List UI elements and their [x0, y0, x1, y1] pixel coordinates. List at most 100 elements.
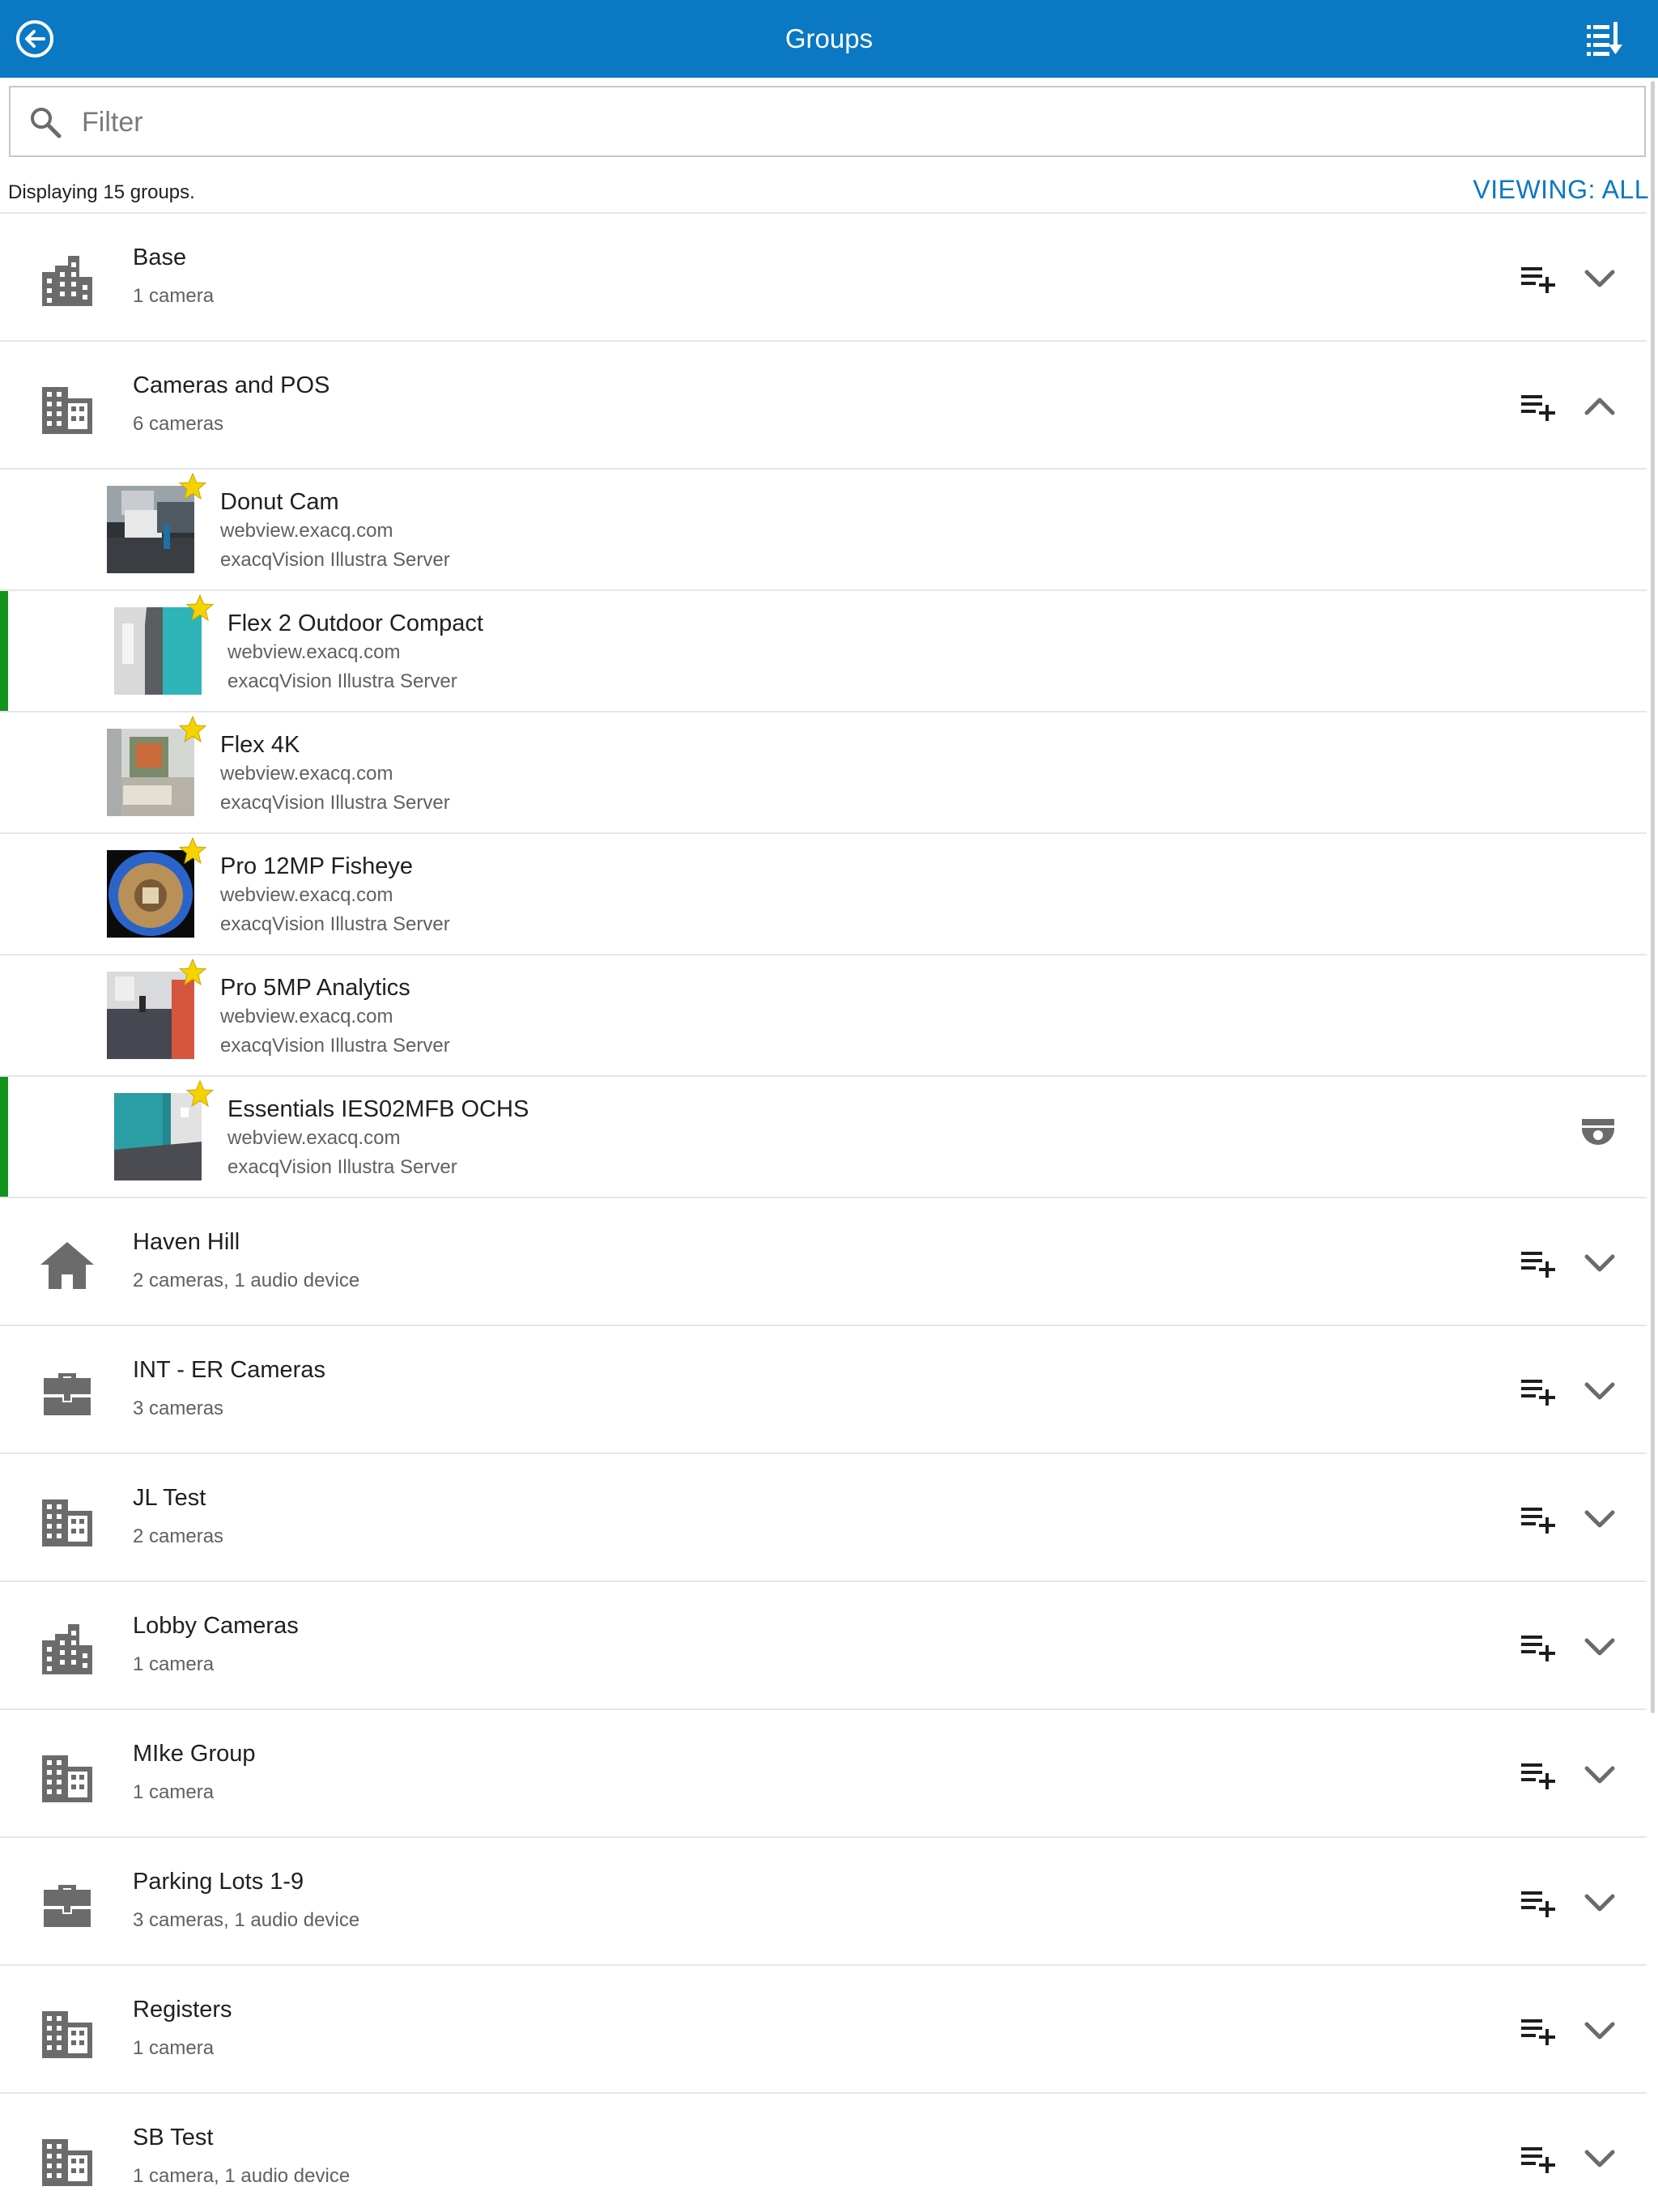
group-name: Haven Hill — [133, 1229, 240, 1255]
favorite-star-icon[interactable] — [185, 593, 215, 623]
group-name: SB Test — [133, 2125, 214, 2150]
group-device-count: 3 cameras — [133, 1397, 224, 1419]
filter-field[interactable] — [9, 86, 1646, 157]
chevron-down-icon[interactable] — [1582, 1887, 1618, 1919]
playlist-add-icon[interactable] — [1521, 2142, 1557, 2175]
group-name: Cameras and POS — [133, 372, 330, 398]
group-row[interactable]: Haven Hill 2 cameras, 1 audio device — [0, 1197, 1647, 1325]
search-icon — [31, 108, 62, 138]
playlist-add-icon[interactable] — [1521, 1631, 1557, 1663]
app-bar: Groups — [0, 0, 1658, 78]
scrollbar[interactable] — [1651, 81, 1655, 1713]
playlist-add-icon[interactable] — [1521, 1503, 1557, 1535]
active-indicator-bar — [0, 591, 8, 711]
camera-server-type: exacqVision Illustra Server — [227, 670, 457, 692]
camera-row[interactable]: Pro 5MP Analytics webview.exacq.com exacqV… — [0, 954, 1647, 1075]
favorite-star-icon[interactable] — [185, 1079, 215, 1108]
playlist-add-icon[interactable] — [1521, 262, 1557, 295]
camera-name: Essentials IES02MFB OCHS — [227, 1096, 529, 1122]
chevron-down-icon[interactable] — [1582, 2014, 1618, 2047]
group-row[interactable]: Base 1 camera — [0, 212, 1647, 340]
sort-list-icon — [1587, 22, 1622, 56]
chevron-down-icon[interactable] — [1582, 1503, 1618, 1535]
group-count: Displaying 15 groups. — [8, 181, 195, 203]
group-row[interactable]: INT - ER Cameras 3 cameras — [0, 1325, 1647, 1453]
city-icon — [39, 253, 96, 309]
camera-host: webview.exacq.com — [220, 763, 393, 785]
favorite-star-icon[interactable] — [178, 715, 207, 744]
group-row[interactable]: Parking Lots 1-9 3 cameras, 1 audio devic… — [0, 1836, 1647, 1964]
playlist-add-icon[interactable] — [1521, 1887, 1557, 1919]
playlist-add-icon[interactable] — [1521, 1759, 1557, 1791]
camera-name: Donut Cam — [220, 489, 339, 515]
group-name: Base — [133, 245, 187, 270]
camera-server-type: exacqVision Illustra Server — [220, 549, 450, 571]
camera-row[interactable]: Flex 2 Outdoor Compact webview.exacq.com e… — [0, 589, 1647, 711]
group-name: INT - ER Cameras — [133, 1357, 325, 1383]
chevron-up-icon[interactable] — [1582, 390, 1618, 423]
playlist-add-icon[interactable] — [1521, 1375, 1557, 1407]
chevron-down-icon[interactable] — [1582, 1375, 1618, 1407]
group-row[interactable]: MIke Group 1 camera — [0, 1708, 1647, 1836]
group-row[interactable]: Cameras and POS 6 cameras — [0, 340, 1647, 468]
viewing-filter-button[interactable]: VIEWING: ALL — [1473, 175, 1649, 205]
group-name: JL Test — [133, 1485, 206, 1511]
camera-host: webview.exacq.com — [227, 641, 401, 663]
briefcase-icon — [39, 1877, 96, 1933]
camera-name: Flex 2 Outdoor Compact — [227, 610, 483, 636]
group-row[interactable]: SB Test 1 camera, 1 audio device — [0, 2092, 1647, 2212]
playlist-add-icon[interactable] — [1521, 390, 1557, 423]
camera-row[interactable]: Donut Cam webview.exacq.com exacqVision Il… — [0, 468, 1647, 589]
camera-row[interactable]: Essentials IES02MFB OCHS webview.exacq.co… — [0, 1075, 1647, 1197]
playlist-add-icon[interactable] — [1521, 1247, 1557, 1279]
group-device-count: 2 cameras, 1 audio device — [133, 1270, 360, 1291]
camera-name: Pro 12MP Fisheye — [220, 853, 414, 879]
camera-server-type: exacqVision Illustra Server — [220, 913, 450, 935]
favorite-star-icon[interactable] — [178, 472, 207, 501]
group-row[interactable]: JL Test 2 cameras — [0, 1453, 1647, 1580]
camera-row[interactable]: Flex 4K webview.exacq.com exacqVision Illu… — [0, 711, 1647, 832]
group-name: Parking Lots 1-9 — [133, 1869, 304, 1895]
office-building-icon — [39, 1493, 96, 1550]
group-device-count: 1 camera — [133, 1653, 215, 1675]
office-building-icon — [39, 381, 96, 437]
groups-screen: Groups Displaying 15 groups. VIEWING: AL… — [0, 0, 1658, 2212]
group-device-count: 3 cameras, 1 audio device — [133, 1909, 360, 1931]
chevron-down-icon[interactable] — [1582, 262, 1618, 295]
chevron-down-icon[interactable] — [1582, 1759, 1618, 1791]
briefcase-icon — [39, 1365, 96, 1422]
office-building-icon — [39, 2133, 96, 2189]
camera-row[interactable]: Pro 12MP Fisheye webview.exacq.com exacqVi… — [0, 832, 1647, 954]
camera-host: webview.exacq.com — [220, 520, 393, 542]
group-row[interactable]: Lobby Cameras 1 camera — [0, 1580, 1647, 1708]
camera-name: Pro 5MP Analytics — [220, 975, 410, 1001]
camera-server-type: exacqVision Illustra Server — [220, 1035, 450, 1057]
camera-server-type: exacqVision Illustra Server — [227, 1156, 457, 1178]
group-name: MIke Group — [133, 1741, 256, 1767]
sort-button[interactable] — [1587, 22, 1624, 57]
chevron-down-icon[interactable] — [1582, 1247, 1618, 1279]
home-icon — [39, 1237, 96, 1294]
active-indicator-bar — [0, 1077, 8, 1197]
playlist-add-icon[interactable] — [1521, 2014, 1557, 2047]
group-device-count: 6 cameras — [133, 413, 224, 435]
dome-camera-icon — [1580, 1114, 1616, 1151]
group-device-count: 2 cameras — [133, 1525, 224, 1547]
camera-host: webview.exacq.com — [220, 884, 393, 906]
camera-name: Flex 4K — [220, 732, 300, 758]
favorite-star-icon[interactable] — [178, 958, 207, 987]
camera-host: webview.exacq.com — [220, 1006, 393, 1027]
group-device-count: 1 camera — [133, 1781, 215, 1803]
office-building-icon — [39, 2005, 96, 2061]
group-row[interactable]: Registers 1 camera — [0, 1964, 1647, 2092]
page-title: Groups — [784, 23, 874, 53]
favorite-star-icon[interactable] — [178, 836, 207, 866]
group-device-count: 1 camera — [133, 2037, 215, 2059]
chevron-down-icon[interactable] — [1582, 1631, 1618, 1663]
city-icon — [39, 1621, 96, 1678]
chevron-down-icon[interactable] — [1582, 2142, 1618, 2175]
filter-input[interactable] — [80, 99, 1622, 146]
camera-server-type: exacqVision Illustra Server — [220, 792, 450, 814]
group-list: Base 1 camera Cameras and POS 6 cameras Donu… — [0, 212, 1647, 2212]
group-device-count: 1 camera, 1 audio device — [133, 2165, 351, 2187]
